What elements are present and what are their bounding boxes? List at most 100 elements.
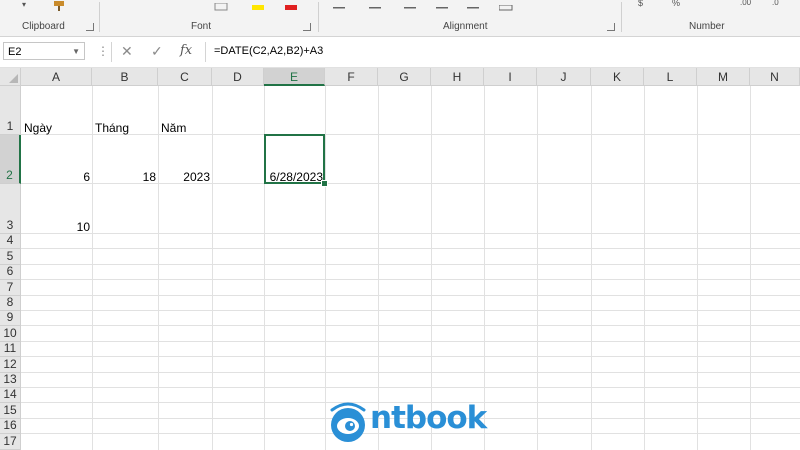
column-header-c[interactable]: C bbox=[158, 68, 212, 86]
gridline bbox=[158, 86, 159, 450]
cancel-icon[interactable]: ✕ bbox=[121, 43, 133, 60]
merge-center-icon[interactable] bbox=[498, 0, 513, 11]
row-header-15[interactable]: 15 bbox=[0, 403, 21, 419]
group-separator bbox=[318, 2, 319, 32]
align-center-icon[interactable] bbox=[368, 0, 382, 9]
row-header-17[interactable]: 17 bbox=[0, 434, 21, 450]
row-header-1[interactable]: 1 bbox=[0, 86, 21, 135]
column-header-k[interactable]: K bbox=[591, 68, 644, 86]
row-header-2[interactable]: 2 bbox=[0, 135, 21, 184]
chevron-down-icon[interactable]: ▼ bbox=[72, 43, 80, 61]
group-separator bbox=[99, 2, 100, 32]
gridline bbox=[325, 86, 326, 450]
currency-icon[interactable]: $ bbox=[638, 0, 648, 8]
column-header-d[interactable]: D bbox=[212, 68, 264, 86]
select-all-button[interactable] bbox=[0, 68, 21, 86]
ribbon-group-number: Number bbox=[689, 21, 725, 32]
align-right-icon[interactable] bbox=[402, 0, 416, 9]
enter-icon[interactable]: ✓ bbox=[151, 43, 163, 60]
ntbook-logo: ntbook bbox=[326, 398, 487, 446]
eye-logo-icon bbox=[330, 402, 366, 442]
cell-a3[interactable]: 10 bbox=[22, 220, 90, 234]
font-color-icon[interactable] bbox=[283, 0, 299, 10]
gridline bbox=[92, 86, 93, 450]
ribbon-group-font: Font bbox=[191, 21, 212, 32]
paste-dropdown-icon[interactable]: ▾ bbox=[22, 0, 30, 9]
gridline bbox=[644, 86, 645, 450]
gridline bbox=[21, 387, 800, 388]
increase-indent-icon[interactable] bbox=[467, 0, 481, 9]
format-painter-icon[interactable] bbox=[48, 0, 70, 11]
increase-decimal-icon[interactable]: .00 bbox=[740, 0, 756, 8]
select-all-icon bbox=[9, 74, 18, 83]
gridline bbox=[21, 295, 800, 296]
cell-a2[interactable]: 6 bbox=[22, 170, 90, 184]
row-header-8[interactable]: 8 bbox=[0, 295, 21, 311]
ribbon-group-clipboard: Clipboard bbox=[22, 21, 65, 32]
cell-b2[interactable]: 18 bbox=[93, 170, 156, 184]
gridline bbox=[21, 325, 800, 326]
gridline bbox=[21, 310, 800, 311]
formula-input[interactable]: =DATE(C2,A2,B2)+A3 bbox=[214, 43, 323, 59]
gridline bbox=[484, 86, 485, 450]
row-header-4[interactable]: 4 bbox=[0, 233, 21, 249]
column-header-l[interactable]: L bbox=[644, 68, 697, 86]
gridline bbox=[750, 86, 751, 450]
row-header-16[interactable]: 16 bbox=[0, 418, 21, 434]
percent-icon[interactable]: % bbox=[672, 0, 684, 8]
gridline bbox=[21, 356, 800, 357]
row-header-10[interactable]: 10 bbox=[0, 326, 21, 342]
column-header-b[interactable]: B bbox=[92, 68, 158, 86]
border-icon[interactable] bbox=[214, 0, 228, 11]
decrease-indent-icon[interactable] bbox=[436, 0, 450, 9]
clipboard-launcher-icon[interactable] bbox=[86, 23, 94, 31]
column-header-n[interactable]: N bbox=[750, 68, 800, 86]
column-header-g[interactable]: G bbox=[378, 68, 431, 86]
row-header-14[interactable]: 14 bbox=[0, 387, 21, 403]
cell-c1[interactable]: Năm bbox=[161, 121, 186, 135]
cell-b1[interactable]: Tháng bbox=[95, 121, 129, 135]
row-header-5[interactable]: 5 bbox=[0, 249, 21, 265]
decrease-decimal-icon[interactable]: .0 bbox=[772, 0, 788, 8]
column-header-f[interactable]: F bbox=[325, 68, 378, 86]
column-header-i[interactable]: I bbox=[484, 68, 537, 86]
gridline bbox=[212, 86, 213, 450]
row-header-13[interactable]: 13 bbox=[0, 372, 21, 388]
active-cell-border bbox=[264, 134, 325, 184]
formula-bar-separator bbox=[111, 42, 112, 62]
gridline bbox=[591, 86, 592, 450]
row-header-6[interactable]: 6 bbox=[0, 264, 21, 280]
row-header-9[interactable]: 9 bbox=[0, 310, 21, 326]
alignment-launcher-icon[interactable] bbox=[607, 23, 615, 31]
ribbon: ▾ Clipboard Font Alignment $ % .00 .0 Nu… bbox=[0, 0, 800, 37]
insert-function-icon[interactable]: fx bbox=[180, 43, 192, 58]
formula-bar: E2 ▼ ⋮ ✕ ✓ fx =DATE(C2,A2,B2)+A3 bbox=[0, 37, 800, 68]
font-launcher-icon[interactable] bbox=[303, 23, 311, 31]
row-header-12[interactable]: 12 bbox=[0, 357, 21, 373]
name-box-value: E2 bbox=[8, 46, 22, 58]
gridline bbox=[21, 279, 800, 280]
row-header-7[interactable]: 7 bbox=[0, 280, 21, 296]
gridline bbox=[21, 264, 800, 265]
column-header-m[interactable]: M bbox=[697, 68, 750, 86]
gridline bbox=[21, 248, 800, 249]
cell-a1[interactable]: Ngày bbox=[24, 121, 52, 135]
cell-c2[interactable]: 2023 bbox=[159, 170, 210, 184]
align-left-icon[interactable] bbox=[333, 0, 347, 9]
formula-bar-grip-icon[interactable]: ⋮ bbox=[97, 44, 109, 58]
fill-handle[interactable] bbox=[321, 180, 328, 187]
gridline bbox=[431, 86, 432, 450]
column-header-a[interactable]: A bbox=[21, 68, 92, 86]
column-header-e[interactable]: E bbox=[264, 68, 325, 86]
gridline bbox=[21, 372, 800, 373]
name-box[interactable]: E2 ▼ bbox=[3, 42, 85, 60]
column-header-j[interactable]: J bbox=[537, 68, 591, 86]
gridline bbox=[537, 86, 538, 450]
logo-text: ntbook bbox=[370, 400, 487, 436]
row-header-11[interactable]: 11 bbox=[0, 341, 21, 357]
gridline bbox=[21, 341, 800, 342]
row-header-3[interactable]: 3 bbox=[0, 184, 21, 234]
gridline bbox=[697, 86, 698, 450]
fill-color-icon[interactable] bbox=[250, 0, 266, 10]
column-header-h[interactable]: H bbox=[431, 68, 484, 86]
